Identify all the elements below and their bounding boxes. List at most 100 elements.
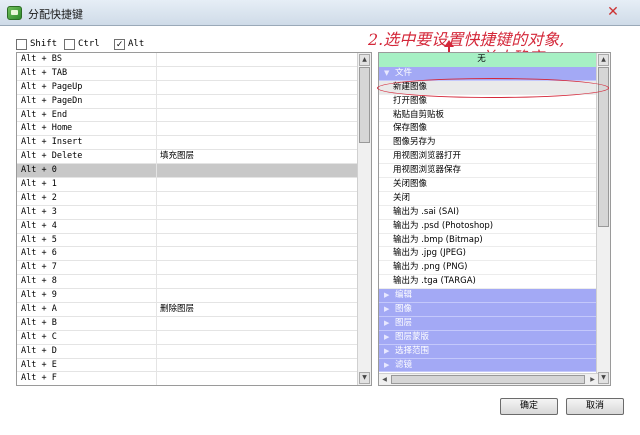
scroll-up-icon[interactable]: ▲	[359, 54, 370, 66]
command-label: 输出为 .png (PNG)	[393, 262, 468, 273]
command-item[interactable]: 图像另存为	[379, 136, 598, 151]
shortcut-row[interactable]: Alt + Home	[17, 122, 357, 137]
shortcut-action: 填充图层	[160, 151, 195, 162]
command-item[interactable]: 输出为 .png (PNG)	[379, 261, 598, 276]
command-item[interactable]: 关闭	[379, 192, 598, 206]
shortcut-action	[157, 95, 357, 108]
command-label: 输出为 .psd (Photoshop)	[393, 220, 494, 231]
expand-right-icon[interactable]: ▶	[384, 317, 389, 330]
shortcut-row[interactable]: Alt + Delete 填充图层	[17, 150, 357, 165]
shortcut-action	[157, 192, 357, 205]
ok-button[interactable]: 确定	[500, 398, 558, 415]
shortcut-row[interactable]: Alt + PageDn	[17, 94, 357, 109]
scrollbar-thumb[interactable]	[359, 67, 370, 143]
command-category[interactable]: ▶ 滤镜	[379, 358, 598, 373]
command-item[interactable]: 用视图浏览器打开	[379, 150, 598, 165]
command-tree-hscrollbar[interactable]: ◀ ▶	[379, 373, 598, 385]
command-category[interactable]: ▶ 编辑	[379, 289, 598, 304]
command-label: 输出为 .tga (TARGA)	[393, 276, 476, 287]
command-item[interactable]: 保存图像	[379, 122, 598, 137]
command-tree[interactable]: 无 ▼ 文件 新建图像 打开图像 粘贴自剪贴板 保存图像 图像另存为 用视图浏览器打开 用视图浏…	[378, 52, 611, 386]
command-item[interactable]: 输出为 .psd (Photoshop)	[379, 220, 598, 234]
scroll-up-icon[interactable]: ▲	[598, 54, 609, 66]
shortcut-row[interactable]: Alt + 9	[17, 289, 357, 304]
expand-right-icon[interactable]: ▶	[384, 359, 389, 372]
command-tree-scrollbar[interactable]: ▲ ▼	[596, 53, 610, 385]
cancel-button[interactable]: 取消	[566, 398, 624, 415]
expand-down-icon[interactable]: ▼	[384, 67, 389, 80]
shortcut-list[interactable]: Alt + BS Alt + TAB Alt + PageUp Alt + PageD…	[16, 52, 372, 386]
shortcut-action	[157, 372, 357, 385]
shortcut-row[interactable]: Alt + 6	[17, 247, 357, 262]
alt-checkbox-box[interactable]: ✓	[114, 38, 125, 50]
shortcut-row[interactable]: Alt + 8	[17, 275, 357, 290]
close-button[interactable]: ✕	[604, 4, 622, 20]
shortcut-key: Alt + C	[17, 330, 157, 344]
shortcut-key: Alt + 5	[17, 233, 157, 247]
shortcut-row[interactable]: Alt + F	[17, 372, 357, 385]
expand-right-icon[interactable]: ▶	[384, 331, 389, 344]
command-item[interactable]: 用视图浏览器保存	[379, 164, 598, 179]
scroll-down-icon[interactable]: ▼	[598, 372, 609, 384]
command-item[interactable]: 粘贴自剪贴板	[379, 109, 598, 123]
command-category[interactable]: ▶ 图像	[379, 303, 598, 317]
expand-right-icon[interactable]: ▶	[384, 345, 389, 358]
hscrollbar-thumb[interactable]	[391, 375, 585, 384]
shortcut-row[interactable]: Alt + 7	[17, 261, 357, 276]
shortcut-row[interactable]: Alt + Insert	[17, 136, 357, 151]
shortcut-row[interactable]: Alt + 4	[17, 219, 357, 234]
shift-checkbox-box[interactable]	[16, 38, 27, 50]
shortcut-action	[157, 247, 357, 260]
command-item[interactable]: 输出为 .bmp (Bitmap)	[379, 234, 598, 248]
command-item[interactable]: 输出为 .sai (SAI)	[379, 206, 598, 220]
command-rows: 无 ▼ 文件 新建图像 打开图像 粘贴自剪贴板 保存图像 图像另存为 用视图浏览器打开 用视图浏…	[379, 53, 598, 373]
scroll-left-icon[interactable]: ◀	[379, 374, 390, 385]
shortcut-row[interactable]: Alt + B	[17, 316, 357, 331]
shortcut-key: Alt + 8	[17, 275, 157, 289]
command-none[interactable]: 无	[379, 53, 598, 67]
shortcut-key: Alt + 6	[17, 247, 157, 261]
shortcut-key: Alt + Delete	[17, 150, 157, 164]
scroll-down-icon[interactable]: ▼	[359, 372, 370, 384]
shortcut-row[interactable]: Alt + TAB	[17, 66, 357, 81]
shift-checkbox-label: Shift	[30, 39, 58, 49]
command-category[interactable]: ▶ 选择范围	[379, 344, 598, 359]
shortcut-row[interactable]: Alt + A 删除图层	[17, 303, 357, 317]
command-category[interactable]: ▶ 图层	[379, 316, 598, 331]
shift-checkbox[interactable]: Shift	[16, 37, 57, 51]
shortcut-row[interactable]: Alt + D	[17, 344, 357, 359]
shortcut-row[interactable]: Alt + 2	[17, 191, 357, 206]
shortcut-row[interactable]: Alt + E	[17, 358, 357, 373]
command-item[interactable]: 关闭图像	[379, 178, 598, 192]
shortcut-row[interactable]: Alt + End	[17, 108, 357, 123]
shortcut-row[interactable]: Alt + 1	[17, 178, 357, 192]
expand-right-icon[interactable]: ▶	[384, 303, 389, 316]
shortcut-key: Alt + PageUp	[17, 80, 157, 94]
shortcut-key: Alt + F	[17, 372, 157, 385]
shortcut-list-scrollbar[interactable]: ▲ ▼	[357, 53, 371, 385]
alt-checkbox[interactable]: ✓ Alt	[114, 37, 144, 51]
shortcut-key: Alt + End	[17, 108, 157, 122]
shortcut-key: Alt + 3	[17, 205, 157, 219]
command-label: 打开图像	[393, 95, 428, 106]
shortcut-row[interactable]: Alt + PageUp	[17, 80, 357, 95]
shortcut-row[interactable]: Alt + 5	[17, 233, 357, 248]
shortcut-action	[157, 261, 357, 274]
command-item[interactable]: 输出为 .jpg (JPEG)	[379, 247, 598, 262]
shortcut-row[interactable]: Alt + 3	[17, 205, 357, 220]
shortcut-action	[157, 206, 357, 219]
shortcut-action	[157, 317, 357, 330]
command-category[interactable]: ▶ 图层蒙版	[379, 330, 598, 345]
expand-right-icon[interactable]: ▶	[384, 289, 389, 302]
shortcut-action	[157, 359, 357, 372]
shortcut-row[interactable]: Alt + 0	[17, 164, 357, 179]
ctrl-checkbox[interactable]: Ctrl	[64, 37, 100, 51]
shortcut-row[interactable]: Alt + BS	[17, 53, 357, 67]
shortcut-action	[157, 220, 357, 233]
scroll-right-icon[interactable]: ▶	[587, 374, 598, 385]
shortcut-row[interactable]: Alt + C	[17, 330, 357, 345]
command-item[interactable]: 输出为 .tga (TARGA)	[379, 275, 598, 290]
shortcut-action	[157, 234, 357, 247]
shortcut-key: Alt + 4	[17, 219, 157, 233]
ctrl-checkbox-box[interactable]	[64, 38, 75, 50]
